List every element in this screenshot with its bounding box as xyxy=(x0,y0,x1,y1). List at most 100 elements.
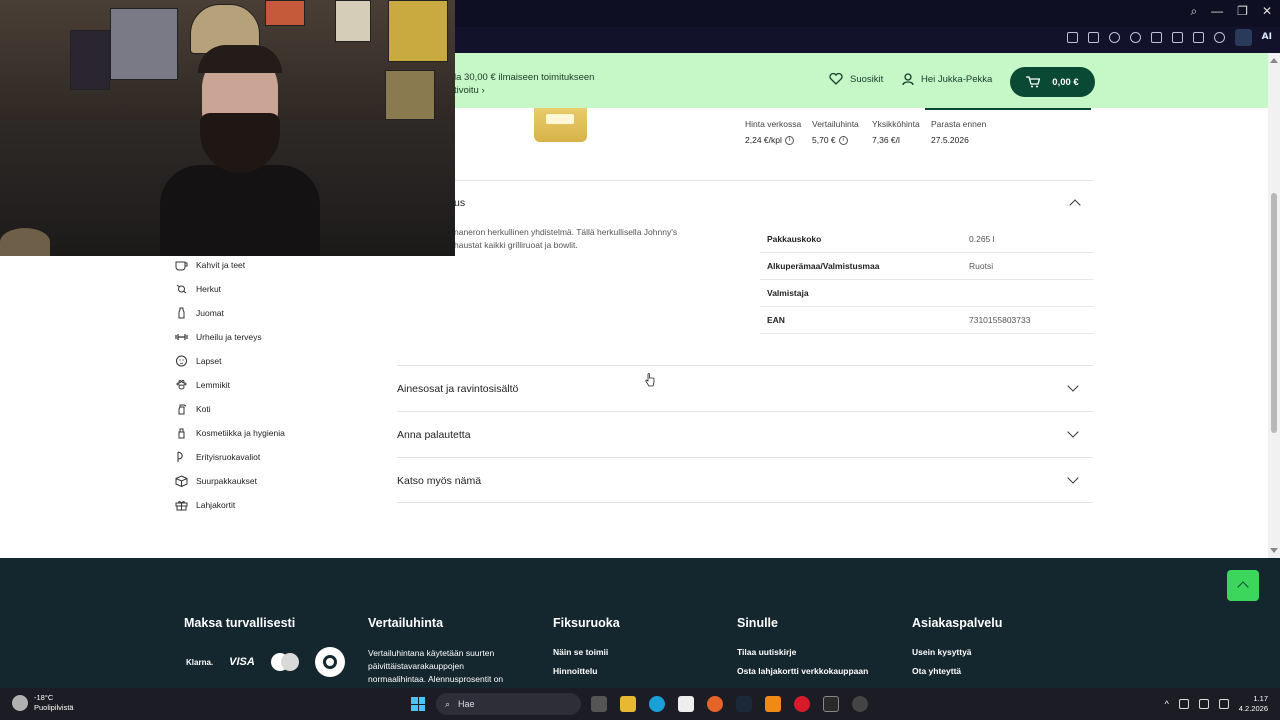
footer-link[interactable]: Osta lahjakortti verkkokauppaan xyxy=(737,666,868,676)
chevron-up-icon xyxy=(1237,581,1249,593)
maximize-button[interactable]: ❐ xyxy=(1237,4,1248,19)
chevron-down-icon[interactable] xyxy=(1067,380,1079,392)
file-explorer-icon[interactable] xyxy=(620,696,636,712)
cart-icon xyxy=(1026,76,1041,88)
description-heading[interactable]: us xyxy=(454,197,465,209)
weather-widget[interactable]: -18°C Puolipilvistä xyxy=(12,693,74,713)
profile-icon[interactable] xyxy=(1213,32,1225,43)
category-coffee[interactable]: Kahvit ja teet xyxy=(174,253,285,277)
heart-icon[interactable] xyxy=(1150,32,1162,43)
chevron-down-icon[interactable] xyxy=(1067,472,1079,484)
vlc-icon[interactable] xyxy=(765,696,781,712)
footer-heading: Vertailuhinta xyxy=(368,616,444,630)
scroll-up-arrow[interactable] xyxy=(1270,58,1278,63)
info-icon[interactable]: i xyxy=(784,135,794,145)
task-view-icon[interactable] xyxy=(591,696,607,712)
category-sweets[interactable]: Herkut xyxy=(174,277,285,301)
microphone-icon[interactable] xyxy=(1178,699,1189,709)
download-icon[interactable] xyxy=(1171,32,1183,43)
footer-link[interactable]: Tilaa uutiskirje xyxy=(737,647,868,657)
category-drinks[interactable]: Juomat xyxy=(174,301,285,325)
spec-table: Pakkauskoko 0.265 l Alkuperämaa/Valmistus… xyxy=(760,226,1093,334)
diet-icon xyxy=(174,451,188,463)
category-kids[interactable]: Lapset xyxy=(174,349,285,373)
accordion-see-also[interactable]: Katso myös nämä xyxy=(397,457,1093,503)
baby-icon xyxy=(174,355,188,367)
poster xyxy=(110,8,178,80)
lamp xyxy=(0,228,50,256)
network-icon[interactable] xyxy=(1198,699,1209,709)
minimize-button[interactable]: — xyxy=(1211,4,1223,19)
edit-icon[interactable] xyxy=(1066,32,1078,43)
info-icon[interactable]: i xyxy=(838,135,848,145)
play-icon[interactable] xyxy=(1129,32,1141,43)
system-tray: ^ 1.17 4.2.2026 xyxy=(1165,694,1268,714)
footer-payment: Maksa turvallisesti Klarna. VISA xyxy=(184,616,345,677)
footer-edge xyxy=(1268,558,1280,688)
extension-button[interactable] xyxy=(1234,29,1252,46)
category-label: Lahjakortit xyxy=(196,500,236,510)
windows-taskbar: -18°C Puolipilvistä ⌕ Hae ^ 1.17 4.2.2026 xyxy=(0,688,1280,720)
search-icon[interactable]: ⌕ xyxy=(1190,4,1197,19)
chevron-down-icon[interactable] xyxy=(1067,426,1079,438)
steam-icon[interactable] xyxy=(736,696,752,712)
category-home[interactable]: Koti xyxy=(174,397,285,421)
spec-row: Valmistaja xyxy=(760,280,1093,307)
weather-text: Puolipilvistä xyxy=(34,703,74,712)
chevron-up-icon[interactable] xyxy=(1069,199,1081,211)
category-label: Lemmikit xyxy=(196,380,231,390)
chevron-up-icon[interactable]: ^ xyxy=(1165,699,1169,709)
category-label: Kahvit ja teet xyxy=(196,260,246,270)
promo-link[interactable]: tivoitu › xyxy=(454,84,594,97)
spec-value: 7310155803733 xyxy=(969,315,1031,325)
quantity-selector-edge[interactable] xyxy=(925,108,1091,110)
footer-link[interactable]: Ota yhteyttä xyxy=(912,666,1002,676)
cart-total: 0,00 € xyxy=(1052,76,1079,88)
shield-icon[interactable] xyxy=(1108,32,1120,43)
poster xyxy=(385,70,435,120)
poster xyxy=(388,0,448,62)
footer-link[interactable]: Usein kysyttyä xyxy=(912,647,1002,657)
time: 1.17 xyxy=(1253,694,1268,703)
terminal-icon[interactable] xyxy=(823,696,839,712)
accordion-feedback[interactable]: Anna palautetta xyxy=(397,411,1093,457)
category-giftcards[interactable]: Lahjakortit xyxy=(174,493,285,517)
start-button[interactable] xyxy=(411,697,425,711)
accordion-ingredients[interactable]: Ainesosat ja ravintosisältö xyxy=(397,365,1093,411)
close-button[interactable]: ✕ xyxy=(1262,4,1272,19)
gift-icon xyxy=(174,499,188,511)
footer-link[interactable]: Näin se toimii xyxy=(553,647,620,657)
favorites-link[interactable]: Suosikit xyxy=(829,73,883,85)
category-pets[interactable]: Lemmikit xyxy=(174,373,285,397)
category-diets[interactable]: Erityisruokavaliot xyxy=(174,445,285,469)
temperature: -18°C xyxy=(34,693,54,702)
category-sports[interactable]: Urheilu ja terveys xyxy=(174,325,285,349)
taskbar-search[interactable]: ⌕ Hae xyxy=(436,693,581,715)
obs-icon[interactable] xyxy=(852,696,868,712)
scroll-to-top-button[interactable] xyxy=(1227,570,1259,601)
klarna-logo: Klarna. xyxy=(186,657,214,667)
category-label: Erityisruokavaliot xyxy=(196,452,261,462)
scroll-down-arrow[interactable] xyxy=(1270,548,1278,553)
category-bulk[interactable]: Suurpakkaukset xyxy=(174,469,285,493)
menu-icon[interactable] xyxy=(1192,32,1204,43)
opera-icon[interactable] xyxy=(794,696,810,712)
category-label: Koti xyxy=(196,404,211,414)
clock[interactable]: 1.17 4.2.2026 xyxy=(1239,694,1268,714)
accordion-label: Ainesosat ja ravintosisältö xyxy=(397,383,519,395)
edge-icon[interactable] xyxy=(649,696,665,712)
volume-icon[interactable] xyxy=(1218,699,1229,709)
camera-icon[interactable] xyxy=(1087,32,1099,43)
category-label: Kosmetiikka ja hygienia xyxy=(196,428,285,438)
cart-button[interactable]: 0,00 € xyxy=(1010,67,1095,97)
price-value: 2,24 €/kpl xyxy=(745,135,782,145)
footer-link[interactable]: Hinnoittelu xyxy=(553,666,620,676)
firefox-icon[interactable] xyxy=(707,696,723,712)
scrollbar-thumb[interactable] xyxy=(1271,193,1277,433)
category-cosmetics[interactable]: Kosmetiikka ja hygienia xyxy=(174,421,285,445)
page-scrollbar[interactable] xyxy=(1268,53,1280,558)
account-link[interactable]: Hei Jukka-Pekka xyxy=(902,73,992,86)
store-icon[interactable] xyxy=(678,696,694,712)
ai-button[interactable]: AI xyxy=(1262,32,1272,46)
spec-key: EAN xyxy=(767,315,785,325)
